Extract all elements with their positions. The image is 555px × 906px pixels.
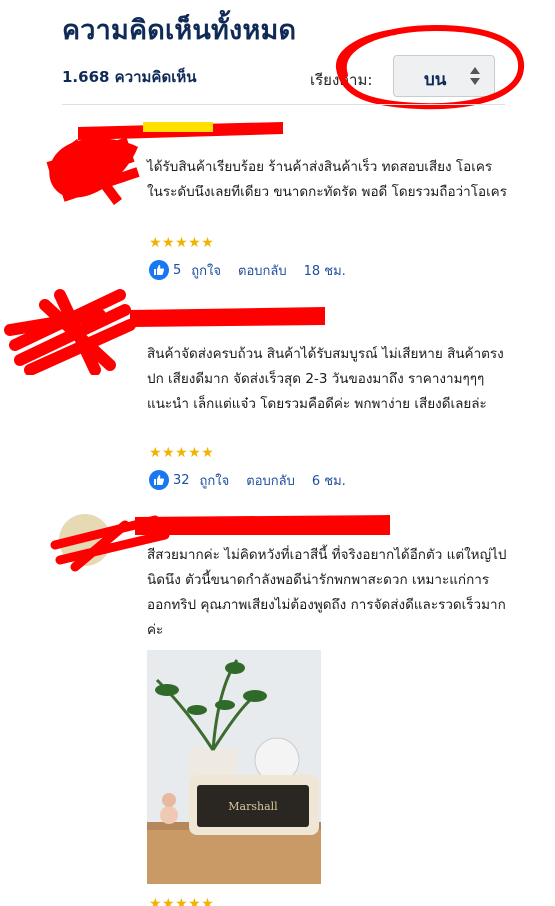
annotation-circle	[336, 24, 525, 110]
divider	[62, 104, 505, 105]
rating-stars: ★★★★★	[149, 235, 215, 251]
thumbs-up-icon[interactable]	[149, 260, 169, 280]
reply-button[interactable]: ตอบกลับ	[246, 470, 295, 491]
rating-stars: ★★★★★	[149, 896, 215, 906]
like-button[interactable]: ถูกใจ	[191, 260, 221, 281]
like-count: 32	[173, 472, 190, 488]
review-text: สีสวยมากค่ะ ไม่คิดหวังที่เอาสีนี้ ที่จริ…	[147, 547, 507, 638]
timestamp: 6 ชม.	[311, 473, 346, 489]
brand-logo: Marshall	[228, 800, 278, 813]
thumbs-up-icon[interactable]	[149, 470, 169, 490]
review-count: 1.668 ความคิดเห็น	[62, 68, 197, 86]
review-photo[interactable]: Marshall	[147, 650, 321, 884]
rating-stars: ★★★★★	[149, 445, 215, 461]
like-count: 5	[173, 262, 182, 278]
review-text: ได้รับสินค้าเรียบร้อย ร้านค้าส่งสินค้าเร…	[147, 159, 507, 200]
review-actions: 32 ถูกใจ ตอบกลับ 6 ชม.	[149, 469, 346, 491]
timestamp: 18 ชม.	[303, 263, 346, 279]
page-title: ความคิดเห็นทั้งหมด	[62, 15, 297, 46]
like-button[interactable]: ถูกใจ	[200, 470, 230, 491]
reply-button[interactable]: ตอบกลับ	[238, 260, 287, 281]
review-actions: 5 ถูกใจ ตอบกลับ 18 ชม.	[149, 259, 346, 281]
review-text: สินค้าจัดส่งครบถ้วน สินค้าได้รับสมบูรณ์ …	[147, 346, 504, 412]
